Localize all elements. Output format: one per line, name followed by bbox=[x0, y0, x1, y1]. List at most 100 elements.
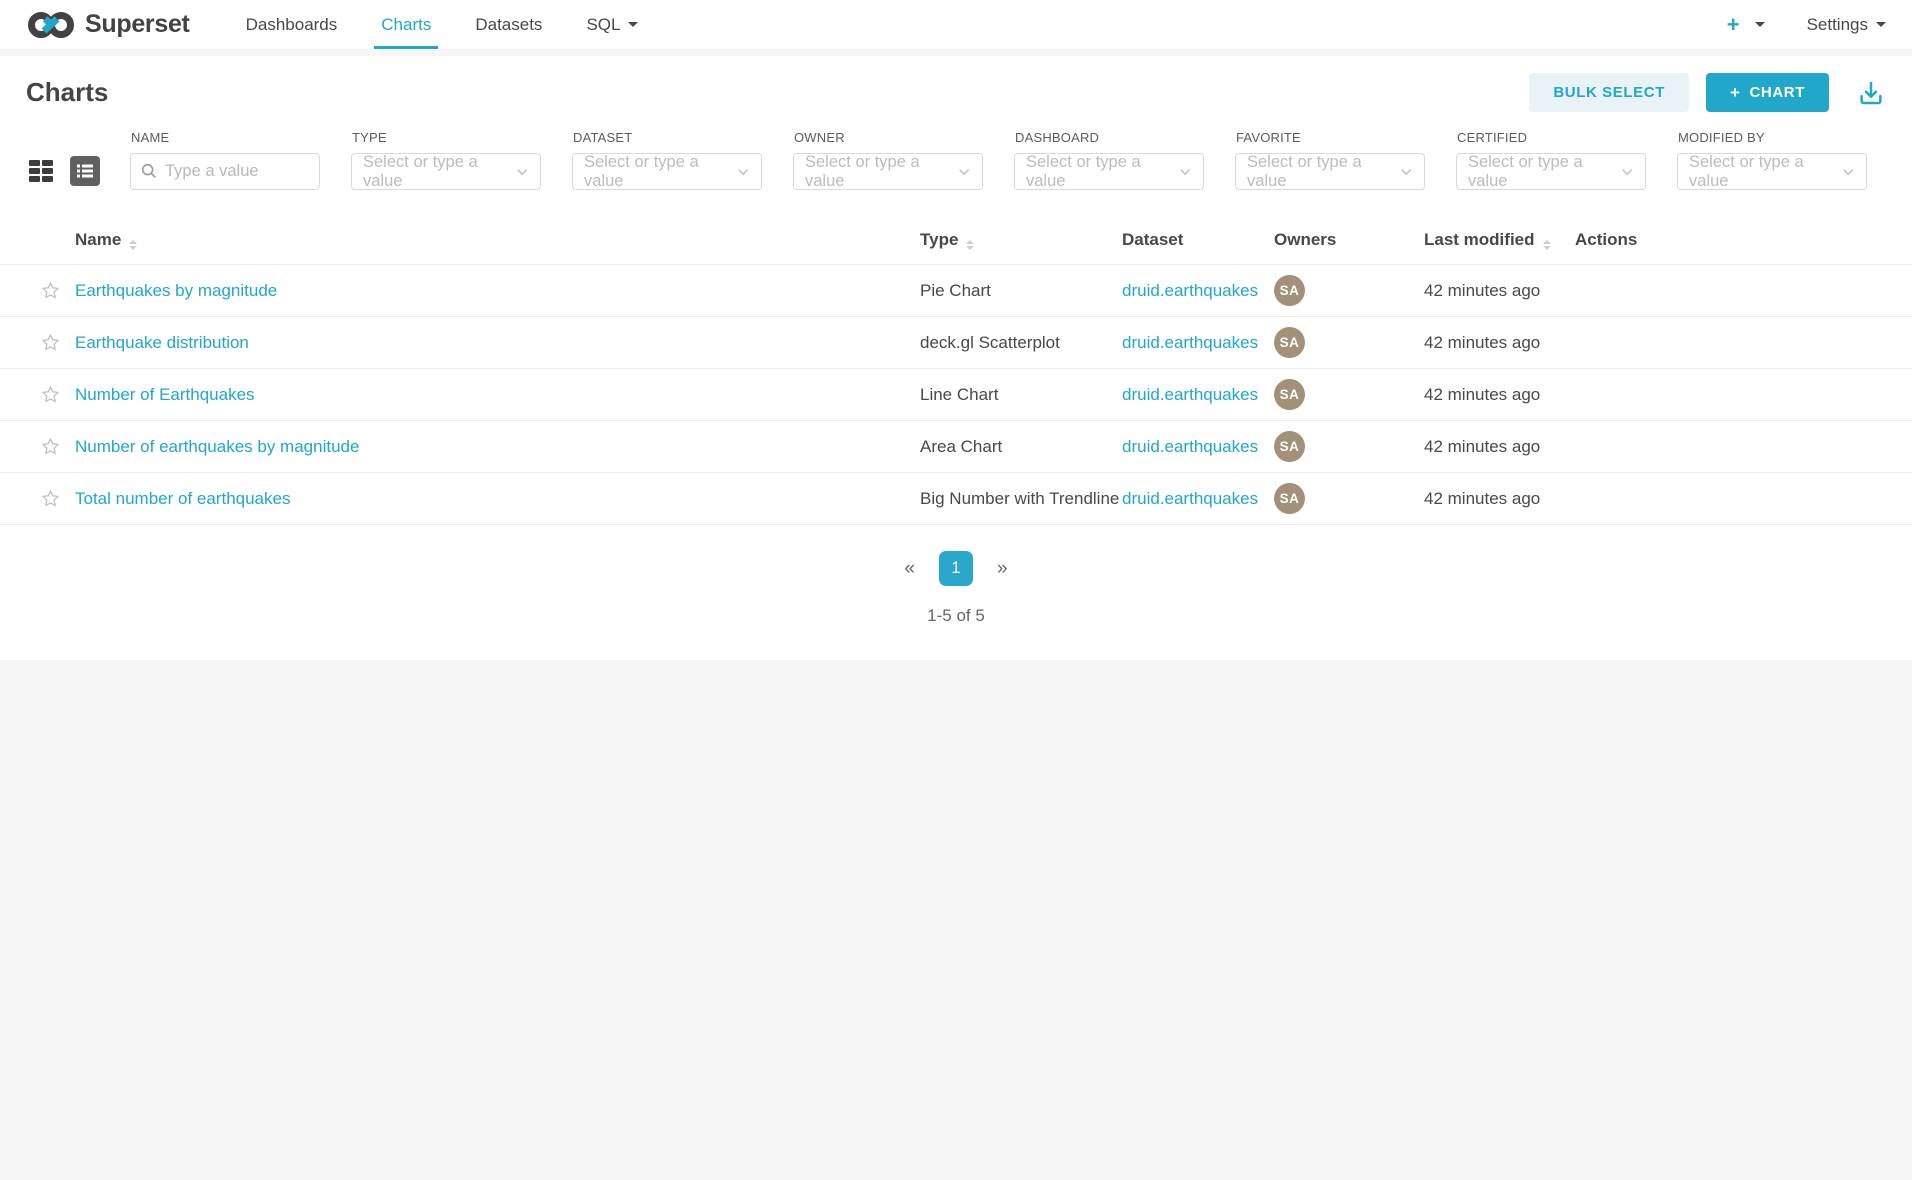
chart-type-cell: deck.gl Scatterplot bbox=[920, 317, 1122, 369]
last-modified-cell: 42 minutes ago bbox=[1424, 265, 1575, 317]
new-item-menu[interactable]: + bbox=[1727, 14, 1765, 36]
favorite-star-button[interactable] bbox=[40, 488, 61, 509]
filter-name: NAME bbox=[130, 130, 320, 190]
pagination-summary: 1-5 of 5 bbox=[0, 606, 1912, 626]
column-header-actions: Actions bbox=[1575, 216, 1912, 265]
page-title: Charts bbox=[26, 77, 108, 108]
chart-name-link[interactable]: Total number of earthquakes bbox=[75, 489, 290, 508]
chevron-down-icon bbox=[628, 22, 638, 27]
chart-name-link[interactable]: Number of earthquakes by magnitude bbox=[75, 437, 359, 456]
dataset-link[interactable]: druid.earthquakes bbox=[1122, 437, 1258, 456]
pagination: « 1 » 1-5 of 5 bbox=[0, 525, 1912, 660]
table-row: Number of earthquakes by magnitude Area … bbox=[0, 421, 1912, 473]
nav-item-sql[interactable]: SQL bbox=[564, 0, 660, 49]
pagination-next-button[interactable]: » bbox=[987, 554, 1018, 584]
list-view-toggle[interactable] bbox=[70, 156, 100, 186]
actions-cell bbox=[1575, 317, 1912, 369]
select-placeholder: Select or type a value bbox=[1247, 153, 1399, 191]
sort-icon bbox=[129, 240, 137, 250]
nav-item-datasets[interactable]: Datasets bbox=[453, 0, 564, 49]
dataset-filter-select[interactable]: Select or type a value bbox=[572, 153, 762, 190]
add-chart-button[interactable]: + CHART bbox=[1706, 73, 1829, 112]
favorite-star-button[interactable] bbox=[40, 280, 61, 301]
bulk-select-button[interactable]: BULK SELECT bbox=[1529, 73, 1689, 112]
chart-name-link[interactable]: Earthquake distribution bbox=[75, 333, 249, 352]
top-navbar: Superset Dashboards Charts Datasets SQL … bbox=[0, 0, 1912, 49]
filter-owner: OWNER Select or type a value bbox=[793, 130, 983, 190]
type-filter-select[interactable]: Select or type a value bbox=[351, 153, 541, 190]
column-header-name[interactable]: Name bbox=[75, 216, 920, 265]
table-row: Number of Earthquakes Line Chart druid.e… bbox=[0, 369, 1912, 421]
owner-avatar[interactable]: SA bbox=[1274, 379, 1305, 410]
nav-item-dashboards[interactable]: Dashboards bbox=[224, 0, 360, 49]
favorite-column-header bbox=[0, 216, 75, 265]
filter-label: OWNER bbox=[794, 130, 983, 145]
chevron-down-icon bbox=[515, 164, 529, 179]
favorite-filter-select[interactable]: Select or type a value bbox=[1235, 153, 1425, 190]
settings-label: Settings bbox=[1807, 15, 1868, 35]
header-divider bbox=[0, 49, 1912, 56]
owner-avatar[interactable]: SA bbox=[1274, 327, 1305, 358]
chart-name-link[interactable]: Number of Earthquakes bbox=[75, 385, 255, 404]
list-icon bbox=[75, 161, 95, 181]
table-header-row: Name Type Dataset Owners Last modified A… bbox=[0, 216, 1912, 265]
plus-icon: + bbox=[1727, 14, 1740, 36]
actions-cell bbox=[1575, 421, 1912, 473]
name-filter-input[interactable] bbox=[130, 153, 320, 190]
filter-type: TYPE Select or type a value bbox=[351, 130, 541, 190]
chevron-down-icon bbox=[1841, 164, 1855, 179]
actions-cell bbox=[1575, 369, 1912, 421]
main-nav: Dashboards Charts Datasets SQL bbox=[224, 0, 661, 49]
import-charts-button[interactable] bbox=[1856, 78, 1886, 108]
chevron-down-icon bbox=[1876, 22, 1886, 27]
dashboard-filter-select[interactable]: Select or type a value bbox=[1014, 153, 1204, 190]
filter-label: CERTIFIED bbox=[1457, 130, 1646, 145]
owner-avatar[interactable]: SA bbox=[1274, 431, 1305, 462]
dataset-link[interactable]: druid.earthquakes bbox=[1122, 333, 1258, 352]
chevron-down-icon bbox=[736, 164, 750, 179]
column-header-last-modified[interactable]: Last modified bbox=[1424, 216, 1575, 265]
select-placeholder: Select or type a value bbox=[1468, 153, 1620, 191]
dataset-link[interactable]: druid.earthquakes bbox=[1122, 281, 1258, 300]
navbar-right: + Settings bbox=[1727, 0, 1886, 49]
pagination-prev-button[interactable]: « bbox=[894, 554, 925, 584]
page-background bbox=[0, 660, 1912, 1180]
column-header-owners: Owners bbox=[1274, 216, 1424, 265]
table-row: Earthquake distribution deck.gl Scatterp… bbox=[0, 317, 1912, 369]
filter-label: DASHBOARD bbox=[1015, 130, 1204, 145]
page-header: Charts BULK SELECT + CHART bbox=[0, 56, 1912, 120]
column-header-type[interactable]: Type bbox=[920, 216, 1122, 265]
owner-filter-select[interactable]: Select or type a value bbox=[793, 153, 983, 190]
chevron-down-icon bbox=[957, 164, 971, 179]
settings-menu[interactable]: Settings bbox=[1807, 15, 1886, 35]
favorite-star-button[interactable] bbox=[40, 384, 61, 405]
modified-by-filter-select[interactable]: Select or type a value bbox=[1677, 153, 1867, 190]
certified-filter-select[interactable]: Select or type a value bbox=[1456, 153, 1646, 190]
favorite-star-button[interactable] bbox=[40, 332, 61, 353]
chevron-down-icon bbox=[1620, 164, 1634, 179]
favorite-star-button[interactable] bbox=[40, 436, 61, 457]
nav-item-charts[interactable]: Charts bbox=[359, 0, 453, 49]
star-icon bbox=[40, 488, 61, 509]
pagination-page-1[interactable]: 1 bbox=[939, 551, 973, 586]
card-view-toggle[interactable] bbox=[26, 156, 56, 186]
dataset-link[interactable]: druid.earthquakes bbox=[1122, 489, 1258, 508]
dataset-link[interactable]: druid.earthquakes bbox=[1122, 385, 1258, 404]
select-placeholder: Select or type a value bbox=[805, 153, 957, 191]
filter-modified-by: MODIFIED BY Select or type a value bbox=[1677, 130, 1867, 190]
infinity-logo-icon bbox=[26, 10, 76, 40]
superset-logo[interactable]: Superset bbox=[26, 0, 190, 49]
chart-type-cell: Pie Chart bbox=[920, 265, 1122, 317]
plus-icon: + bbox=[1730, 84, 1741, 101]
chevron-down-icon bbox=[1399, 164, 1413, 179]
owner-avatar[interactable]: SA bbox=[1274, 483, 1305, 514]
select-placeholder: Select or type a value bbox=[1689, 153, 1841, 191]
filter-bar: NAME TYPE Select or type a value DATASET… bbox=[0, 120, 1912, 216]
search-icon bbox=[140, 162, 158, 180]
owner-avatar[interactable]: SA bbox=[1274, 275, 1305, 306]
last-modified-cell: 42 minutes ago bbox=[1424, 421, 1575, 473]
star-icon bbox=[40, 280, 61, 301]
table-row: Earthquakes by magnitude Pie Chart druid… bbox=[0, 265, 1912, 317]
grid-icon bbox=[29, 160, 53, 182]
chart-name-link[interactable]: Earthquakes by magnitude bbox=[75, 281, 277, 300]
